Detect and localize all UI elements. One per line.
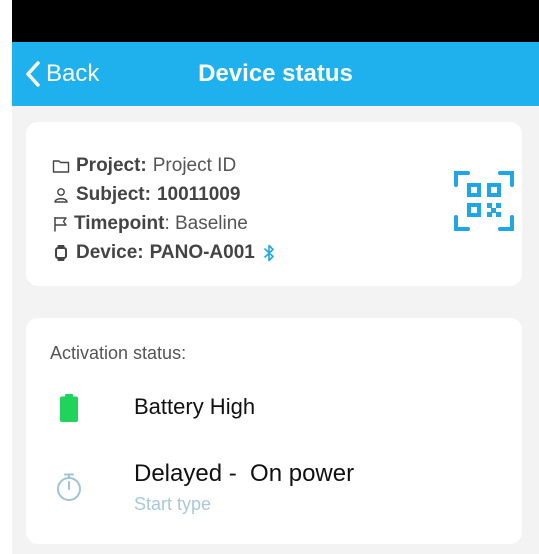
project-row: Project: Project ID bbox=[52, 154, 236, 178]
project-label: Project: bbox=[76, 155, 147, 176]
project-value: Project ID bbox=[152, 155, 237, 176]
stopwatch-icon bbox=[57, 473, 81, 501]
activation-status-heading: Activation status: bbox=[50, 343, 187, 363]
person-icon bbox=[54, 188, 68, 203]
folder-icon bbox=[52, 160, 70, 173]
device-info-card: Project: Project ID Subject: 10011009 Ti… bbox=[26, 122, 522, 286]
qr-scan-icon bbox=[454, 171, 514, 231]
page-title: Device status bbox=[198, 60, 353, 87]
watch-icon bbox=[55, 245, 67, 261]
timepoint-label: Timepoint bbox=[74, 213, 165, 234]
timepoint-row: Timepoint: Baseline bbox=[52, 212, 248, 236]
start-type-value: Delayed - On power bbox=[134, 460, 355, 487]
subject-value: 10011009 bbox=[156, 184, 241, 205]
scan-qr-button[interactable] bbox=[453, 170, 515, 232]
timepoint-value: : Baseline bbox=[164, 213, 248, 234]
device-row: Device: PANO-A001 bbox=[52, 241, 275, 265]
subject-label: Subject: bbox=[76, 184, 151, 205]
start-type-caption: Start type bbox=[134, 494, 212, 514]
device-label: Device: bbox=[76, 242, 144, 263]
battery-status-label: Battery High bbox=[134, 394, 256, 419]
status-bar bbox=[12, 0, 539, 42]
content-area: Project: Project ID Subject: 10011009 Ti… bbox=[12, 106, 539, 554]
subject-row: Subject: 10011009 bbox=[52, 183, 240, 207]
app-bar: Back Device status bbox=[12, 42, 539, 106]
battery-icon bbox=[60, 394, 78, 422]
bluetooth-icon bbox=[264, 244, 274, 262]
flag-icon bbox=[54, 217, 67, 232]
device-value: PANO-A001 bbox=[149, 242, 255, 263]
activation-status-card: Activation status: Battery High Delayed … bbox=[26, 318, 522, 544]
